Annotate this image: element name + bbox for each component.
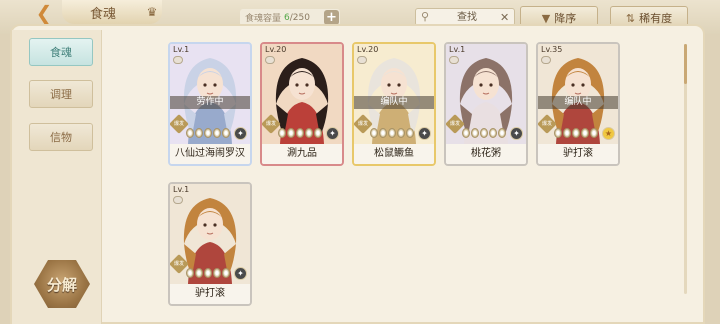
star-icon: [498, 128, 506, 138]
level-label: Lv.1: [173, 45, 190, 54]
level-label: Lv.20: [357, 45, 379, 54]
tab-label: 信物: [50, 131, 72, 144]
star-icon: [471, 128, 479, 138]
heart-icon: [173, 196, 183, 204]
heart-icon: [265, 56, 275, 64]
star-icon: [195, 268, 203, 278]
heart-icon: [173, 56, 183, 64]
star-icon: [489, 128, 497, 138]
element-badge-icon: ✦: [234, 127, 247, 140]
card-name: 松鼠鳜鱼: [354, 144, 434, 164]
sort-toggle-icon: ⇅: [625, 11, 636, 25]
star-icon: [397, 128, 405, 138]
card-name: 涮九品: [262, 144, 342, 164]
food-soul-card[interactable]: Lv.1 劳作中 爆发 ✦ 八仙过海闹罗汉: [168, 42, 252, 166]
star-rating: [554, 128, 598, 138]
tab-label: 调理: [50, 88, 72, 101]
tab-seasoning[interactable]: 调理: [29, 80, 93, 108]
burst-label: 爆发: [449, 121, 460, 127]
star-icon: [572, 128, 580, 138]
card-name: 八仙过海闹罗汉: [170, 144, 250, 164]
level-label: Lv.35: [541, 45, 563, 54]
capacity-label: 食魂容量: [245, 14, 282, 24]
star-icon: [204, 268, 212, 278]
burst-label: 爆发: [357, 121, 368, 127]
star-icon: [278, 128, 286, 138]
level-label: Lv.1: [173, 185, 190, 194]
search-icon: ⚲: [421, 10, 430, 23]
status-label: 劳作中: [170, 96, 250, 109]
star-icon: [554, 128, 562, 138]
star-icon: [590, 128, 598, 138]
food-soul-card[interactable]: Lv.20 爆发 ✦ 涮九品: [260, 42, 344, 166]
star-icon: [204, 128, 212, 138]
star-icon: [222, 128, 230, 138]
star-rating: [186, 268, 230, 278]
chevron-left-icon: ❮: [35, 1, 53, 25]
card-name: 驴打滚: [538, 144, 618, 164]
star-icon: [388, 128, 396, 138]
star-icon: [406, 128, 414, 138]
burst-label: 爆发: [541, 121, 552, 127]
star-rating: [462, 128, 506, 138]
star-icon: [314, 128, 322, 138]
star-icon: [462, 128, 470, 138]
heart-icon: [541, 56, 551, 64]
star-icon: [563, 128, 571, 138]
element-badge-icon: ✦: [510, 127, 523, 140]
element-badge-icon: ★: [602, 127, 615, 140]
food-soul-card[interactable]: Lv.35 编队中 爆发 ★ 驴打滚: [536, 42, 620, 166]
decompose-label: 分解: [46, 275, 77, 294]
heart-icon: [449, 56, 459, 64]
food-soul-card[interactable]: Lv.20 编队中 爆发 ✦ 松鼠鳜鱼: [352, 42, 436, 166]
element-badge-icon: ✦: [234, 267, 247, 280]
star-icon: [480, 128, 488, 138]
star-icon: [213, 268, 221, 278]
heart-icon: [357, 56, 367, 64]
tab-food-souls[interactable]: 食魂: [29, 38, 93, 66]
level-label: Lv.1: [449, 45, 466, 54]
star-icon: [222, 268, 230, 278]
scrollbar[interactable]: [684, 44, 687, 294]
star-icon: [287, 128, 295, 138]
star-icon: [370, 128, 378, 138]
star-icon: [296, 128, 304, 138]
star-icon: [195, 128, 203, 138]
back-button[interactable]: ❮: [24, 0, 64, 26]
add-capacity-button[interactable]: +: [324, 10, 339, 25]
star-icon: [305, 128, 313, 138]
tab-tokens[interactable]: 信物: [29, 123, 93, 151]
capacity-max: /250: [289, 12, 310, 23]
status-label: 编队中: [538, 96, 618, 109]
card-name: 驴打滚: [170, 284, 250, 304]
star-rating: [186, 128, 230, 138]
food-soul-card[interactable]: Lv.1 爆发 ✦ 桃花粥: [444, 42, 528, 166]
star-rating: [278, 128, 322, 138]
card-name: 桃花粥: [446, 144, 526, 164]
element-badge-icon: ✦: [418, 127, 431, 140]
star-rating: [370, 128, 414, 138]
burst-label: 爆发: [173, 261, 184, 267]
star-icon: [186, 268, 194, 278]
status-label: 编队中: [354, 96, 434, 109]
star-icon: [186, 128, 194, 138]
star-icon: [213, 128, 221, 138]
tab-label: 食魂: [50, 46, 72, 59]
star-icon: [379, 128, 387, 138]
burst-label: 爆发: [173, 121, 184, 127]
element-badge-icon: ✦: [326, 127, 339, 140]
crown-icon: ♛: [146, 5, 158, 19]
star-icon: [581, 128, 589, 138]
scrollbar-thumb[interactable]: [684, 44, 687, 84]
food-soul-card[interactable]: Lv.1 爆发 ✦ 驴打滚: [168, 182, 252, 306]
sort-arrow-icon: ▼: [541, 11, 551, 25]
level-label: Lv.20: [265, 45, 287, 54]
burst-label: 爆发: [265, 121, 276, 127]
